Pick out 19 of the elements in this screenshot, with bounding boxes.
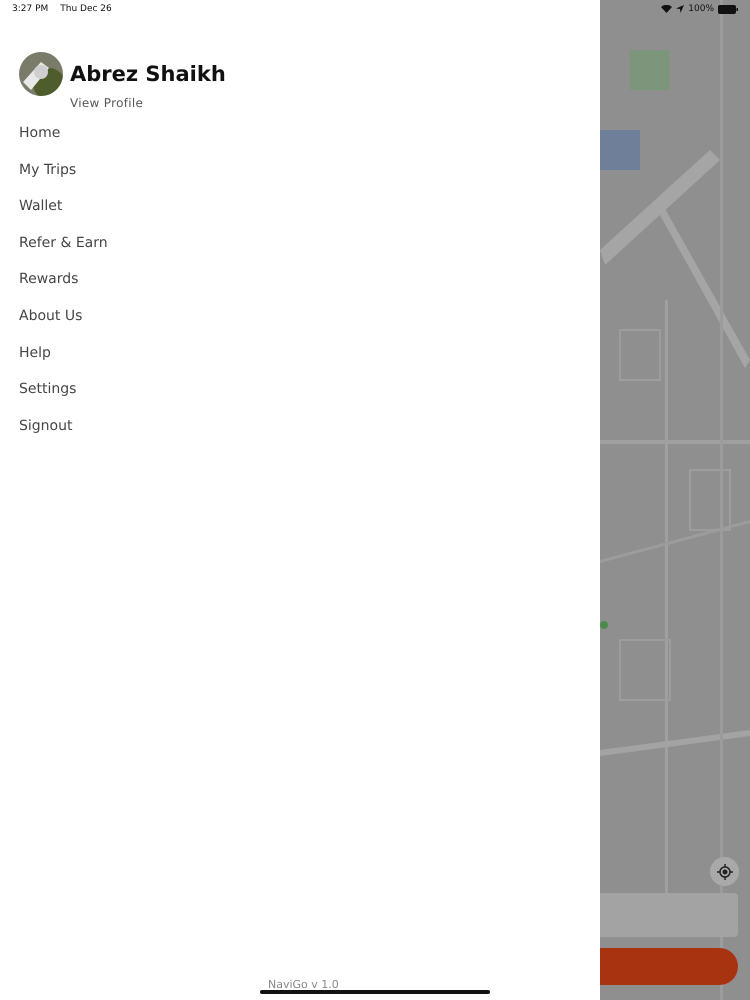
- wifi-icon: [661, 5, 672, 13]
- menu-item[interactable]: Home: [19, 115, 60, 152]
- location-arrow-icon: [676, 5, 684, 13]
- menu-item[interactable]: Settings: [19, 371, 76, 408]
- menu-item[interactable]: My Trips: [19, 152, 76, 188]
- menu-item[interactable]: Wallet: [19, 188, 62, 225]
- menu-item[interactable]: About Us: [19, 298, 82, 335]
- view-profile-link[interactable]: View Profile: [70, 96, 600, 110]
- menu-item[interactable]: Refer & Earn: [19, 224, 108, 262]
- menu-item[interactable]: Signout: [19, 408, 72, 444]
- battery-percent: 100%: [688, 4, 714, 14]
- status-time: 3:27 PM: [12, 4, 48, 14]
- user-name: Abrez Shaikh: [70, 62, 226, 86]
- target-icon: [716, 864, 732, 880]
- menu-item[interactable]: Rewards: [19, 261, 78, 298]
- version-label: NaviGo v 1.0: [268, 978, 339, 991]
- status-date: Thu Dec 26: [60, 4, 112, 14]
- menu-item[interactable]: Help: [19, 334, 51, 372]
- avatar[interactable]: [19, 52, 63, 96]
